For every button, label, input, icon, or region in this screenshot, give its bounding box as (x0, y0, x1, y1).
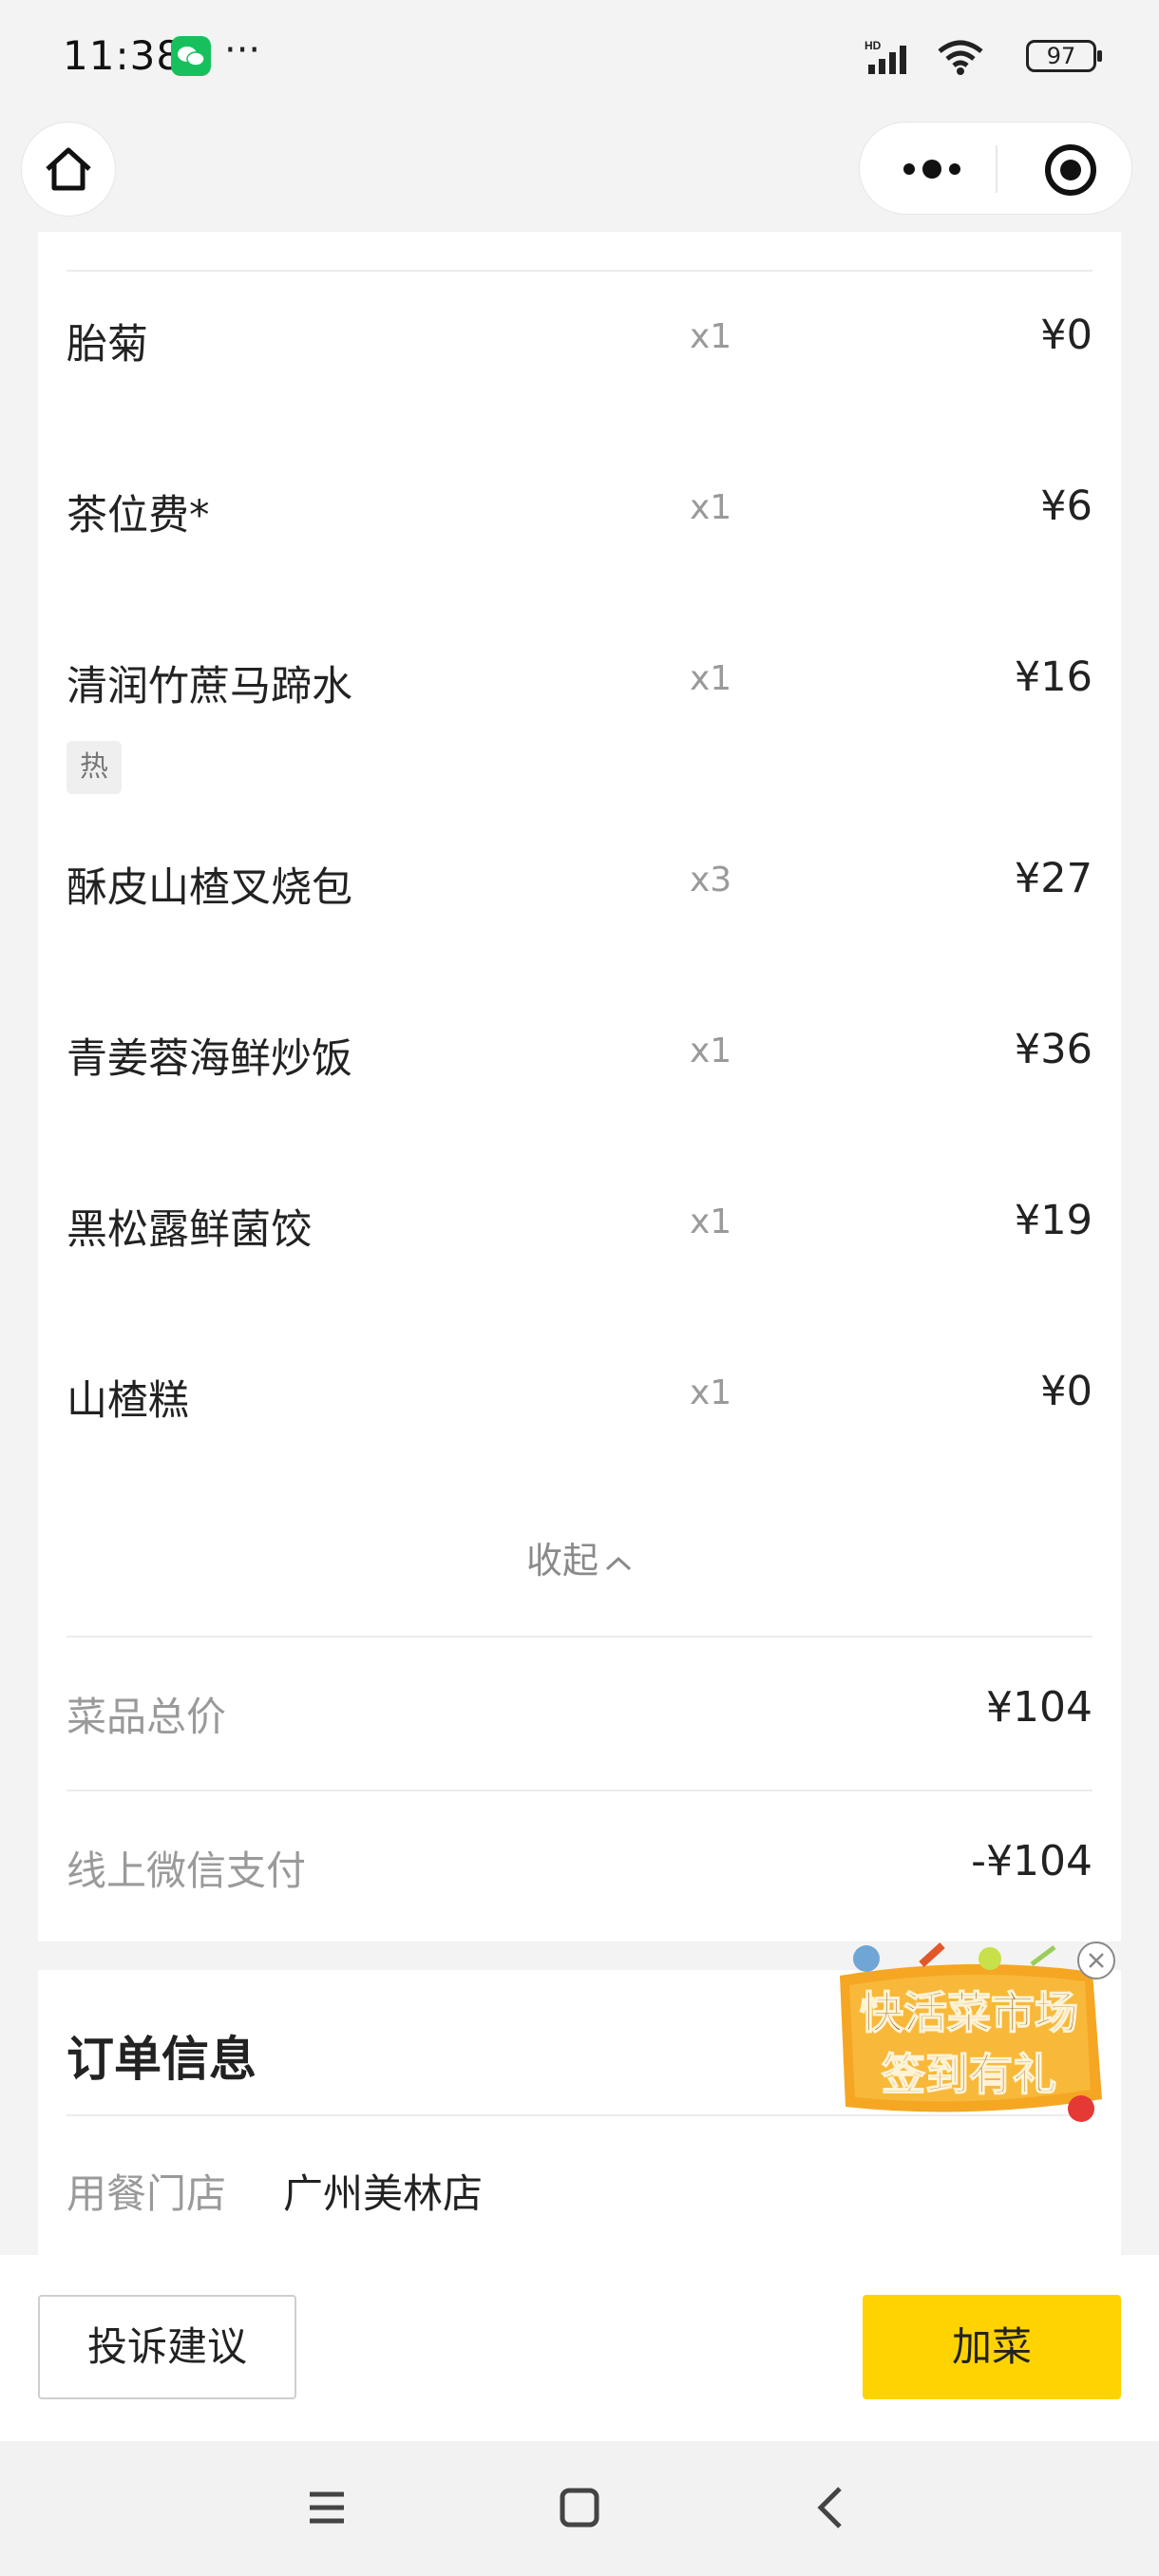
close-icon (1089, 1953, 1104, 1968)
svg-text:HD: HD (864, 39, 882, 52)
promo-line2: 签到有礼 (882, 2049, 1056, 2100)
paid-label: 线上微信支付 (66, 1847, 307, 1894)
action-bar: 投诉建议 加菜 (0, 2255, 1159, 2441)
item-qty: x1 (690, 488, 732, 527)
promo-close-button[interactable] (1077, 1941, 1115, 1979)
capsule-divider (996, 145, 998, 193)
item-price: ¥27 (1014, 855, 1092, 902)
item-qty: x3 (690, 861, 732, 900)
list-item: 清润竹蔗马蹄水 x1 ¥16 热 (38, 653, 1121, 805)
list-item: 酥皮山楂叉烧包 x3 ¥27 (38, 855, 1121, 931)
item-price: ¥6 (1040, 483, 1092, 530)
status-time: 11:38 (63, 32, 183, 79)
menu-icon[interactable] (298, 2479, 355, 2536)
item-qty: x1 (690, 1032, 732, 1070)
order-items-card: 胎菊 x1 ¥0 茶位费* x1 ¥6 清润竹蔗马蹄水 x1 ¥16 热 酥皮山… (38, 232, 1121, 1941)
complain-button[interactable]: 投诉建议 (38, 2295, 296, 2399)
list-item: 黑松露鲜菌饺 x1 ¥19 (38, 1197, 1121, 1273)
promo-line1: 快活菜市场 (860, 1987, 1078, 2038)
item-price: ¥0 (1040, 312, 1092, 359)
status-indicators: HD 97 (859, 34, 1102, 80)
item-qty: x1 (690, 1203, 732, 1241)
chevron-up-icon (605, 1556, 632, 1570)
status-more-dots: ··· (224, 28, 261, 72)
back-icon[interactable] (804, 2479, 861, 2536)
item-name: 青姜蓉海鲜炒饭 (66, 1035, 352, 1083)
status-bar: 11:38 ··· HD 97 (0, 0, 1159, 112)
capsule-menu (859, 122, 1132, 215)
store-label: 用餐门店 (66, 2170, 227, 2217)
paid-value: -¥104 (971, 1837, 1092, 1885)
home-icon (46, 147, 91, 191)
battery-icon: 97 (1026, 40, 1102, 72)
item-name: 胎菊 (66, 321, 148, 369)
collapse-label: 收起 (525, 1540, 598, 1582)
promo-art: 快活菜市场 签到有礼 (840, 1942, 1102, 2122)
item-name: 黑松露鲜菌饺 (66, 1206, 312, 1254)
list-item: 茶位费* x1 ¥6 (38, 483, 1121, 559)
divider (66, 270, 1092, 272)
item-name: 清润竹蔗马蹄水 (66, 663, 352, 710)
system-nav-bar (0, 2441, 1159, 2576)
collapse-button[interactable]: 收起 (38, 1531, 1121, 1583)
item-qty: x1 (690, 317, 732, 356)
divider (66, 1636, 1092, 1638)
total-label: 菜品总价 (66, 1694, 227, 1740)
item-qty: x1 (690, 659, 732, 698)
list-item: 胎菊 x1 ¥0 (38, 312, 1121, 388)
item-price: ¥16 (1014, 653, 1092, 701)
item-name: 茶位费* (66, 492, 210, 540)
total-value: ¥104 (986, 1683, 1092, 1732)
item-price: ¥0 (1040, 1368, 1092, 1415)
more-dots-icon[interactable] (894, 145, 970, 193)
item-name: 山楂糕 (66, 1377, 189, 1425)
hot-tag: 热 (66, 741, 122, 794)
home-button[interactable] (21, 122, 116, 217)
close-target-icon[interactable] (1036, 136, 1105, 204)
item-name: 酥皮山楂叉烧包 (66, 864, 352, 912)
home-square-icon[interactable] (551, 2479, 608, 2536)
promo-badge[interactable]: 快活菜市场 签到有礼 (826, 1938, 1112, 2137)
hd-signal-icon: HD (864, 39, 906, 74)
order-info-title: 订单信息 (66, 2032, 256, 2087)
list-item: 山楂糕 x1 ¥0 (38, 1368, 1121, 1444)
list-item: 青姜蓉海鲜炒饭 x1 ¥36 (38, 1026, 1121, 1102)
wechat-icon (171, 36, 211, 76)
divider (66, 1790, 1092, 1791)
item-qty: x1 (690, 1373, 732, 1412)
store-value: 广州美林店 (283, 2170, 484, 2217)
item-price: ¥19 (1014, 1197, 1092, 1244)
wifi-icon (938, 40, 983, 75)
item-price: ¥36 (1014, 1026, 1092, 1073)
add-dish-button[interactable]: 加菜 (863, 2295, 1121, 2399)
